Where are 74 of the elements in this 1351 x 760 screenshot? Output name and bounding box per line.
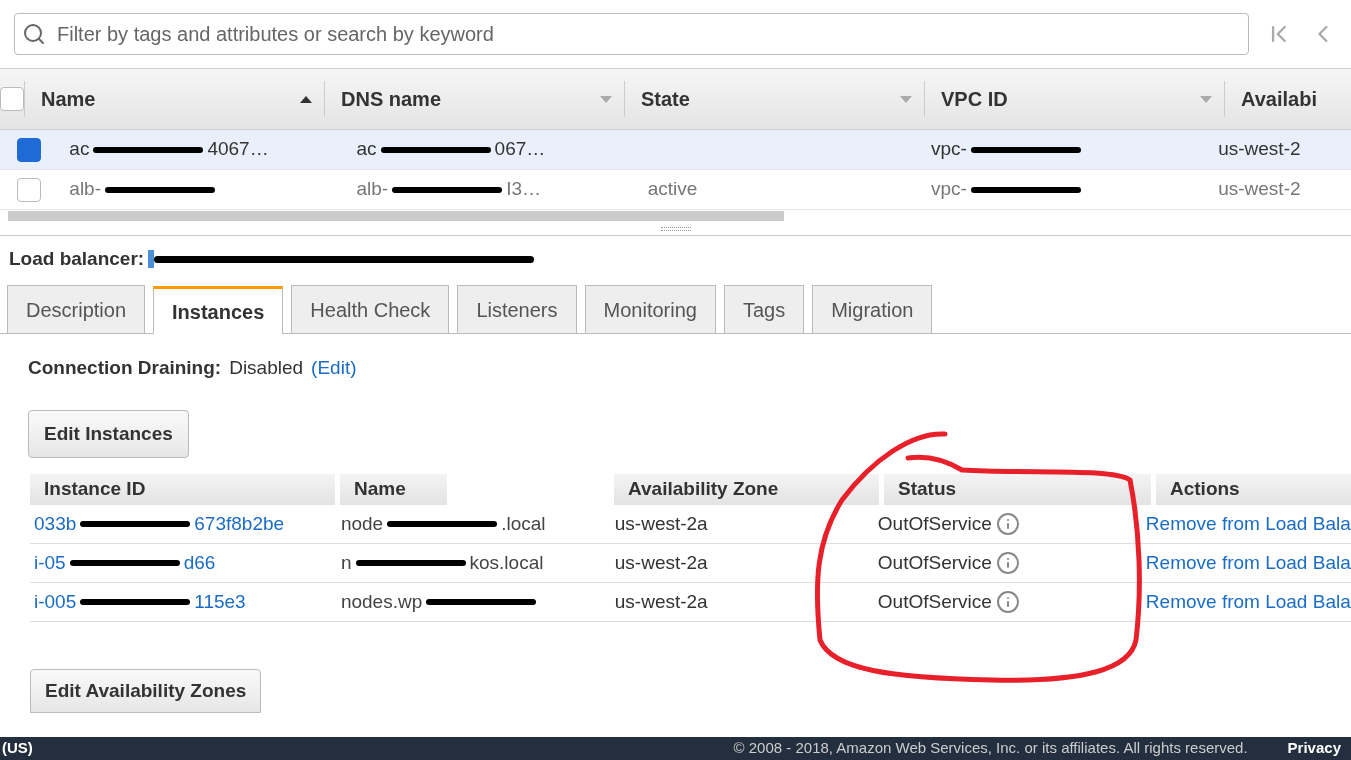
status-text: OutOfService bbox=[877, 511, 992, 536]
edit-link[interactable]: (Edit) bbox=[311, 353, 357, 383]
column-header: Status bbox=[898, 477, 957, 502]
partial-text: 673f8b2be bbox=[194, 511, 285, 536]
column-header[interactable]: VPC ID bbox=[941, 84, 1008, 114]
copyright-text: © 2008 - 2018, Amazon Web Services, Inc. or its affiliates. All rights reserved. bbox=[733, 738, 1248, 759]
partial-text: nodes.wp bbox=[340, 589, 423, 614]
edit-availability-zones-button[interactable]: Edit Availability Zones bbox=[30, 669, 262, 713]
tab[interactable]: Migration bbox=[812, 285, 933, 333]
partial-text: n bbox=[340, 550, 352, 575]
sort-up-icon[interactable] bbox=[300, 95, 312, 103]
tab[interactable]: Listeners bbox=[457, 285, 577, 333]
checkbox[interactable] bbox=[16, 177, 41, 202]
column-header[interactable]: DNS name bbox=[341, 84, 442, 114]
text-cursor-mark bbox=[148, 250, 155, 268]
partial-text: .local bbox=[501, 511, 546, 536]
column-header: Actions bbox=[1170, 477, 1240, 502]
column-header: Availability Zone bbox=[628, 477, 779, 502]
status-text: OutOfService bbox=[877, 550, 992, 575]
search-icon bbox=[22, 22, 46, 46]
remove-link[interactable]: Remove from Load Bala bbox=[1145, 551, 1351, 573]
privacy-link[interactable]: Privacy bbox=[1287, 737, 1341, 760]
partial-text: 115e3 bbox=[194, 589, 246, 614]
status-text: OutOfService bbox=[877, 589, 992, 614]
zone-text: us-west-2a bbox=[614, 590, 708, 612]
partial-text: 067… bbox=[494, 137, 546, 162]
partial-text: ac bbox=[356, 137, 377, 162]
table-row[interactable]: ac 4067… ac 067… vpc- us-west-2 bbox=[0, 130, 1351, 170]
partial-text: alb- bbox=[356, 177, 389, 202]
sort-down-icon[interactable] bbox=[600, 95, 612, 103]
column-header[interactable]: Availabi bbox=[1241, 84, 1317, 114]
tab[interactable]: Monitoring bbox=[584, 285, 716, 333]
sort-down-icon[interactable] bbox=[1200, 95, 1212, 103]
column-header[interactable]: Name bbox=[41, 84, 96, 114]
zone-text: us-west-2a bbox=[614, 512, 708, 534]
zone-text: us-west-2a bbox=[614, 551, 708, 573]
tab[interactable]: Description bbox=[7, 285, 146, 333]
zone-text: us-west-2 bbox=[1218, 138, 1301, 160]
search-field[interactable]: Filter by tags and attributes or search by keyword bbox=[14, 13, 1250, 55]
column-header: Name bbox=[354, 477, 406, 502]
partial-text: vpc- bbox=[931, 177, 967, 202]
column-header[interactable]: State bbox=[641, 84, 690, 114]
partial-text: i-005 bbox=[34, 589, 77, 614]
state-text: active bbox=[647, 178, 698, 200]
resize-handle[interactable] bbox=[660, 226, 691, 231]
partial-text: node bbox=[340, 511, 384, 536]
partial-text: 4067… bbox=[207, 137, 269, 162]
partial-text: vpc- bbox=[931, 137, 967, 162]
remove-link[interactable]: Remove from Load Bala bbox=[1145, 512, 1351, 534]
partial-text: kos.local bbox=[469, 550, 544, 575]
connection-draining-value: Disabled bbox=[229, 355, 304, 380]
tab[interactable]: Instances bbox=[153, 286, 284, 334]
remove-link[interactable]: Remove from Load Bala bbox=[1145, 590, 1351, 612]
edit-instances-button[interactable]: Edit Instances bbox=[28, 410, 189, 458]
partial-text: I3… bbox=[506, 177, 542, 202]
info-icon[interactable] bbox=[995, 590, 1020, 614]
horizontal-scrollbar[interactable] bbox=[8, 211, 784, 221]
partial-text: d66 bbox=[183, 550, 216, 575]
tab[interactable]: Tags bbox=[723, 285, 805, 333]
partial-text: alb- bbox=[69, 177, 101, 202]
info-icon[interactable] bbox=[995, 512, 1020, 536]
partial-text: ac bbox=[69, 137, 90, 162]
sort-down-icon[interactable] bbox=[900, 95, 912, 103]
tab[interactable]: Health Check bbox=[291, 285, 450, 333]
zone-text: us-west-2 bbox=[1218, 178, 1301, 200]
checkbox[interactable] bbox=[16, 137, 41, 162]
partial-text: i-05 bbox=[34, 550, 66, 575]
connection-draining-label: Connection Draining: bbox=[28, 355, 222, 380]
partial-text: 033b bbox=[34, 511, 77, 536]
region-text: (US) bbox=[2, 738, 33, 759]
info-icon[interactable] bbox=[995, 551, 1020, 575]
column-header: Instance ID bbox=[44, 477, 146, 502]
checkbox[interactable] bbox=[0, 87, 24, 111]
load-balancer-label: Load balancer: bbox=[9, 246, 145, 271]
